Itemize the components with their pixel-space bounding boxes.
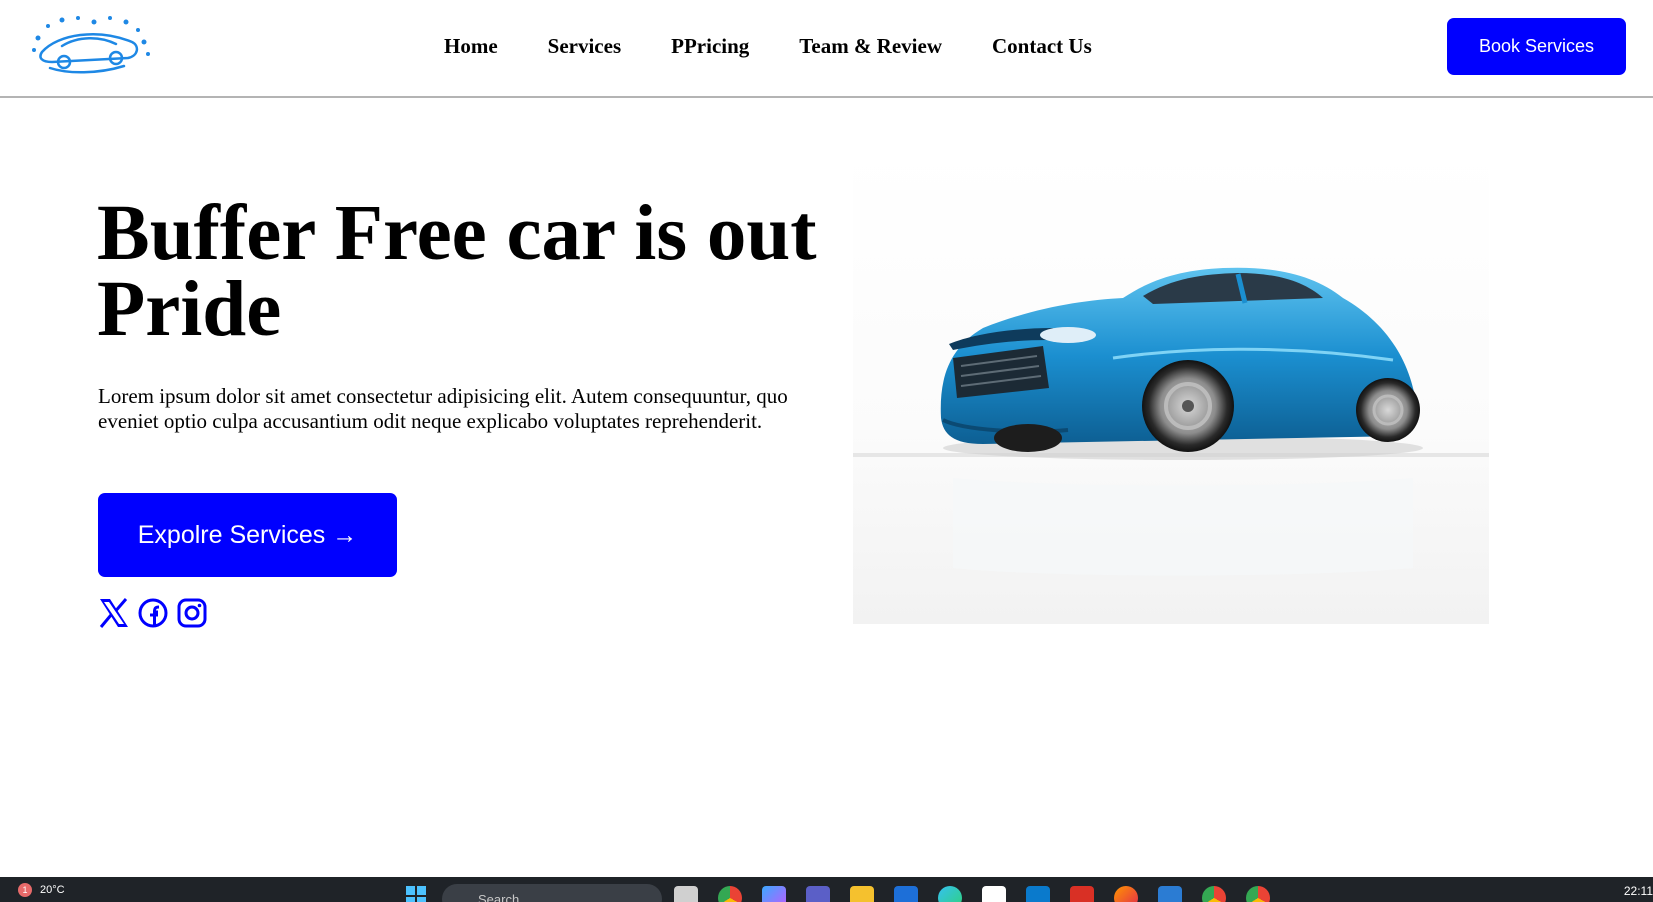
weather-temp: 20°C (40, 884, 65, 896)
edge-icon[interactable] (938, 886, 962, 902)
windows-start-icon[interactable] (405, 885, 429, 902)
os-taskbar: 1 20°C Search 22:11 (0, 877, 1653, 902)
nav-team-review[interactable]: Team & Review (799, 28, 942, 64)
blue-sports-car-image (853, 267, 1489, 576)
chrome-user-icon[interactable] (1246, 886, 1270, 902)
hero-car-image (853, 148, 1489, 624)
main-nav: Home Services PPricing Team & Review Con… (444, 28, 1092, 64)
notification-badge: 1 (18, 883, 32, 897)
hero-description: Lorem ipsum dolor sit amet consectetur a… (98, 384, 788, 433)
social-links (97, 596, 209, 630)
word-icon[interactable] (1158, 886, 1182, 902)
hero-title: Buffer Free car is out Pride (97, 190, 817, 353)
teams-icon[interactable] (806, 886, 830, 902)
weather-widget[interactable]: 1 20°C (18, 883, 65, 897)
chrome-icon[interactable] (718, 886, 742, 902)
navbar: Home Services PPricing Team & Review Con… (0, 0, 1653, 98)
instagram-icon[interactable] (175, 596, 209, 630)
nav-pricing[interactable]: PPricing (671, 28, 749, 64)
firefox-icon[interactable] (1114, 886, 1138, 902)
car-wash-logo[interactable] (28, 12, 152, 78)
copilot-icon[interactable] (762, 886, 786, 902)
explore-services-button[interactable]: Expolre Services → (98, 493, 397, 577)
car-wash-logo-icon (32, 16, 150, 74)
folder-icon[interactable] (850, 886, 874, 902)
facebook-icon[interactable] (136, 596, 170, 630)
nav-home[interactable]: Home (444, 28, 498, 64)
taskbar-search[interactable]: Search (442, 884, 662, 902)
gmail-icon[interactable] (1070, 886, 1094, 902)
vscode-alt-icon[interactable] (894, 886, 918, 902)
nav-services[interactable]: Services (548, 28, 621, 64)
chrome-profile-icon[interactable] (1202, 886, 1226, 902)
nav-contact-us[interactable]: Contact Us (992, 28, 1092, 64)
vscode-icon[interactable] (1026, 886, 1050, 902)
store-icon[interactable] (982, 886, 1006, 902)
taskbar-clock[interactable]: 22:11 (1624, 884, 1653, 898)
taskbar-apps (674, 886, 1270, 902)
files-icon[interactable] (674, 886, 698, 902)
x-icon[interactable] (97, 596, 131, 630)
book-services-button[interactable]: Book Services (1447, 18, 1626, 75)
